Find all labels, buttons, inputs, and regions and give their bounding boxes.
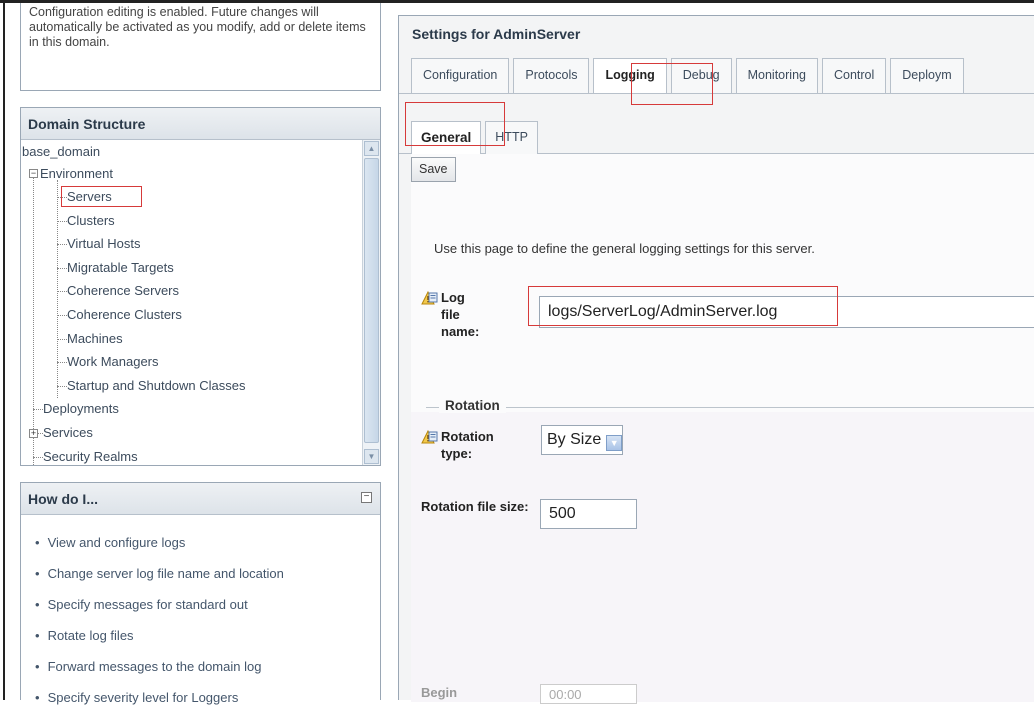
log-file-highlight (528, 286, 838, 326)
how-do-i-link[interactable]: Rotate log files (35, 620, 380, 651)
tree-scrollbar[interactable]: ▲ ▼ (362, 140, 380, 465)
domain-tree: base_domain − Environment Servers Cluste… (21, 140, 380, 465)
how-do-i-link[interactable]: Specify messages for standard out (35, 589, 380, 620)
tree-node-deployments[interactable]: Deployments (43, 401, 119, 417)
tree-node-coherence-clusters[interactable]: Coherence Clusters (67, 307, 182, 323)
tree-node-startup-shutdown[interactable]: Startup and Shutdown Classes (67, 378, 246, 394)
tab-protocols[interactable]: Protocols (513, 58, 590, 93)
rotation-type-select[interactable]: By Size ▼ (541, 425, 624, 455)
settings-panel: Settings for AdminServer Configuration Pr… (398, 15, 1034, 704)
scroll-thumb[interactable] (364, 158, 379, 443)
expand-services-icon[interactable]: + (29, 429, 38, 438)
settings-title: Settings for AdminServer (412, 26, 581, 42)
tree-node-base-domain[interactable]: base_domain (22, 144, 100, 160)
page-description: Use this page to define the general logg… (434, 241, 815, 256)
tree-node-migratable-targets[interactable]: Migratable Targets (67, 260, 174, 276)
domain-structure-title: Domain Structure (21, 108, 380, 140)
chevron-down-icon[interactable]: ▼ (606, 435, 623, 451)
tree-node-machines[interactable]: Machines (67, 331, 123, 347)
how-do-i-title: How do I... (21, 483, 380, 515)
begin-label: Begin (421, 685, 458, 700)
log-file-label-wrap: Log file name: (421, 289, 485, 340)
domain-structure-panel: Domain Structure base_domain − Environme… (20, 107, 381, 466)
servers-highlight (61, 186, 142, 207)
tree-node-clusters[interactable]: Clusters (67, 213, 115, 229)
rotation-file-size-label: Rotation file size: (421, 499, 529, 514)
change-restart-icon (421, 290, 438, 305)
how-do-i-link[interactable]: Forward messages to the domain log (35, 651, 380, 682)
collapse-panel-icon[interactable]: − (361, 492, 372, 503)
tree-node-coherence-servers[interactable]: Coherence Servers (67, 283, 179, 299)
rotation-type-value: By Size (547, 431, 602, 448)
tab-monitoring[interactable]: Monitoring (735, 58, 818, 93)
how-do-i-link[interactable]: Change server log file name and location (35, 558, 380, 589)
begin-input[interactable]: 00:00 (540, 684, 637, 704)
logging-tab-highlight (631, 63, 713, 105)
scroll-up-icon[interactable]: ▲ (364, 141, 379, 156)
rotation-file-size-input[interactable]: 500 (540, 499, 637, 529)
tree-node-services[interactable]: Services (43, 425, 93, 441)
how-do-i-link[interactable]: View and configure logs (35, 527, 380, 558)
general-tab-highlight (405, 102, 505, 146)
scroll-down-icon[interactable]: ▼ (364, 449, 379, 464)
how-do-i-panel: How do I... − View and configure logs Ch… (20, 482, 381, 705)
tab-control[interactable]: Control (821, 58, 887, 93)
collapse-environment-icon[interactable]: − (29, 169, 38, 178)
change-center-notice: Configuration editing is enabled. Future… (20, 3, 381, 91)
log-file-label: Log file name: (441, 290, 480, 339)
tree-node-work-managers[interactable]: Work Managers (67, 354, 159, 370)
change-restart-icon (421, 429, 438, 444)
tree-node-environment[interactable]: Environment (40, 166, 113, 182)
tree-node-security-realms[interactable]: Security Realms (43, 449, 138, 465)
tree-node-virtual-hosts[interactable]: Virtual Hosts (67, 236, 140, 252)
rotation-type-label: Rotation type: (441, 429, 494, 461)
tab-deployments[interactable]: Deploym (890, 58, 964, 93)
config-notice-text: Configuration editing is enabled. Future… (29, 5, 366, 49)
rotation-section-title: Rotation (439, 398, 506, 413)
rotation-type-label-wrap: Rotation type: (421, 428, 503, 462)
save-button[interactable]: Save (411, 157, 456, 182)
tab-configuration[interactable]: Configuration (411, 58, 510, 93)
how-do-i-link[interactable]: Specify severity level for Loggers (35, 682, 380, 713)
how-do-i-list: View and configure logs Change server lo… (21, 515, 380, 713)
